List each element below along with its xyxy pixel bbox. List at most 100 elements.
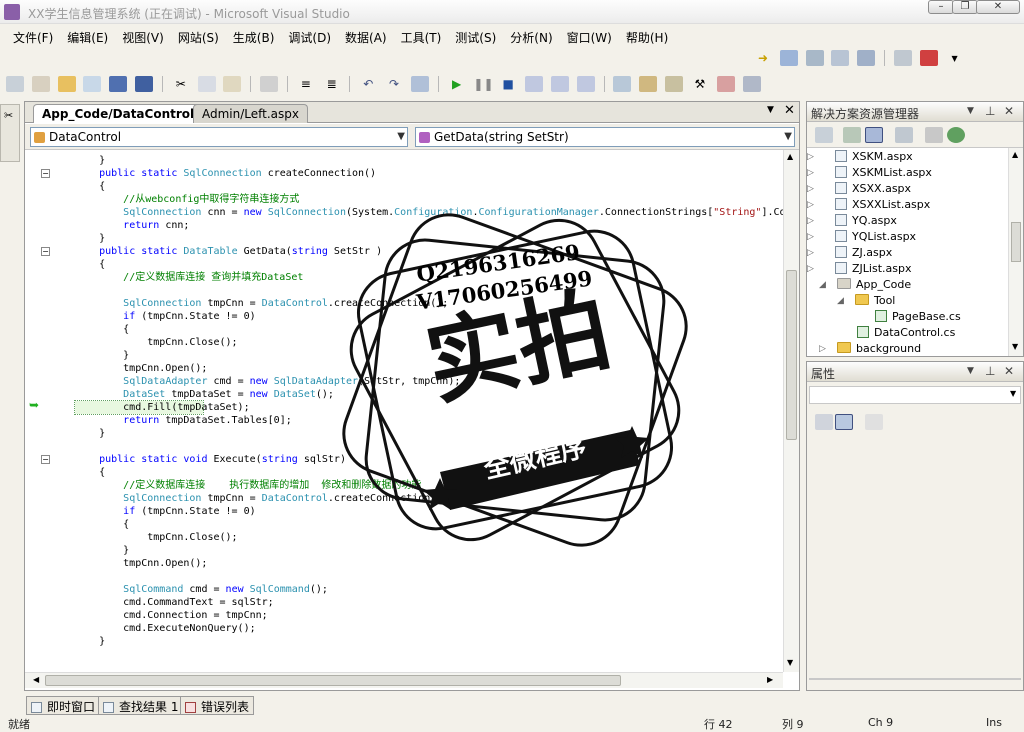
tree-item-pagebase[interactable]: PageBase.cs [875,310,961,326]
dropdown-arrow-icon[interactable]: ▼ [946,54,964,63]
menu-analyze[interactable]: 分析(N) [504,27,558,48]
scroll-up-icon[interactable]: ▲ [1012,150,1018,159]
menu-test[interactable]: 测试(S) [449,27,502,48]
save-all-icon[interactable] [135,76,154,92]
object-selector[interactable]: ▼ [809,386,1021,404]
tree-item-background[interactable]: ▷ background [819,342,921,356]
tree-scroll-thumb[interactable] [1011,222,1021,262]
redo-icon[interactable]: ↷ [385,77,403,91]
close-tab-icon[interactable]: ✕ [784,103,795,118]
find-icon[interactable] [613,76,632,92]
cut-icon[interactable]: ✂ [172,77,190,91]
refresh-icon[interactable] [843,127,861,143]
chevron-down-icon[interactable]: ▼ [967,366,974,376]
minimize-button[interactable]: – [928,0,954,14]
alphabetical-icon[interactable] [835,414,853,430]
save-icon[interactable] [109,76,128,92]
menu-build[interactable]: 生成(B) [227,27,281,48]
scroll-down-icon[interactable]: ▼ [787,658,793,667]
arrow-right-icon[interactable]: ➜ [754,51,772,65]
menu-website[interactable]: 网站(S) [172,27,225,48]
pin-icon[interactable]: ⊥ [985,104,995,118]
scroll-left-icon[interactable]: ◀ [33,675,39,684]
tree-item-yqlist[interactable]: ▷ YQList.aspx [807,230,916,246]
properties-icon[interactable] [815,127,833,143]
categorized-icon[interactable] [815,414,833,430]
menu-window[interactable]: 窗口(W) [561,27,618,48]
open-file-icon[interactable] [57,76,76,92]
vertical-scroll-thumb[interactable] [786,270,797,440]
tree-item-xskmlist[interactable]: ▷ XSKMList.aspx [807,166,932,182]
show-all-files-icon[interactable] [865,127,883,143]
scroll-right-icon[interactable]: ▶ [767,675,773,684]
uncomment-icon[interactable]: ≣ [323,77,341,91]
menu-view[interactable]: 视图(V) [116,27,170,48]
tree-item-xsxx[interactable]: ▷ XSXX.aspx [807,182,911,198]
tree-item-xsxxlist[interactable]: ▷ XSXXList.aspx [807,198,930,214]
collapse-region-icon[interactable]: − [41,169,50,178]
properties-window-icon[interactable] [805,50,824,66]
step-out-icon[interactable] [576,76,595,92]
class-combo[interactable]: DataControl ▼ [30,127,408,147]
undo-icon[interactable]: ↶ [359,77,377,91]
connect-icon[interactable] [893,50,912,66]
menu-help[interactable]: 帮助(H) [620,27,674,48]
collapse-region-icon[interactable]: − [41,455,50,464]
paste-icon[interactable] [223,76,242,92]
scroll-down-icon[interactable]: ▼ [1012,342,1018,351]
menu-file[interactable]: 文件(F) [7,27,59,48]
stop-debug-icon[interactable]: ■ [499,77,517,91]
menu-debug[interactable]: 调试(D) [282,27,337,48]
close-button[interactable]: ✕ [976,0,1020,14]
add-item-icon[interactable] [31,76,50,92]
menu-data[interactable]: 数据(A) [339,27,393,48]
navigate-icon[interactable] [410,76,429,92]
stop-icon[interactable] [919,50,938,66]
tree-item-tool[interactable]: ◢ Tool [837,294,895,310]
toolbox-strip[interactable]: ✂ [0,104,20,162]
tab-left-aspx[interactable]: Admin/Left.aspx [193,104,309,123]
collapse-region-icon[interactable]: − [41,247,50,256]
vertical-scrollbar[interactable]: ▲ ▼ [783,150,799,672]
property-pages-icon[interactable] [865,414,883,430]
start-page-icon[interactable] [716,76,735,92]
print-icon[interactable] [260,76,279,92]
toolbox-icon[interactable]: ✂ [4,109,13,122]
asp-config-icon[interactable] [947,127,965,143]
menu-tools[interactable]: 工具(T) [395,27,448,48]
pause-icon[interactable]: ❚❚ [473,77,493,91]
command-window-icon[interactable] [742,76,761,92]
tree-item-xskm[interactable]: ▷ XSKM.aspx [807,150,913,166]
copy-website-icon[interactable] [925,127,943,143]
tools-icon[interactable]: ⚒ [691,77,709,91]
tree-scrollbar[interactable]: ▲ ▼ [1008,148,1023,356]
step-into-icon[interactable] [525,76,544,92]
close-panel-icon[interactable]: ✕ [1004,104,1014,118]
tab-error-list[interactable]: 错误列表 [180,696,255,715]
scroll-up-icon[interactable]: ▲ [787,152,793,161]
start-debug-icon[interactable]: ▶ [448,77,466,91]
horizontal-scroll-thumb[interactable] [45,675,621,686]
tab-find-results[interactable]: 查找结果 1 [98,696,184,715]
window-icon[interactable] [779,50,798,66]
pin-icon[interactable]: ⊥ [985,364,995,378]
member-combo[interactable]: GetData(string SetStr) ▼ [415,127,795,147]
menu-edit[interactable]: 编辑(E) [61,27,114,48]
tree-item-yq[interactable]: ▷ YQ.aspx [807,214,897,230]
tab-immediate-window[interactable]: 即时窗口 [26,696,101,715]
tree-item-datacontrol[interactable]: DataControl.cs [857,326,955,342]
nest-files-icon[interactable] [895,127,913,143]
step-over-icon[interactable] [550,76,569,92]
horizontal-scrollbar[interactable]: ◀ ▶ [25,672,783,688]
close-panel-icon[interactable]: ✕ [1004,364,1014,378]
toolbox-icon[interactable] [857,50,876,66]
tab-list-icon[interactable]: ▼ [767,105,774,115]
tree-item-zjlist[interactable]: ▷ ZJList.aspx [807,262,911,278]
chevron-down-icon[interactable]: ▼ [967,106,974,116]
new-project-icon[interactable] [6,76,24,92]
comment-icon[interactable]: ≡ [297,77,315,91]
add-new-item-icon[interactable] [83,76,102,92]
tree-item-app-code[interactable]: ◢ App_Code [819,278,911,294]
maximize-button[interactable]: ❐ [952,0,978,14]
copy-icon[interactable] [197,76,216,92]
